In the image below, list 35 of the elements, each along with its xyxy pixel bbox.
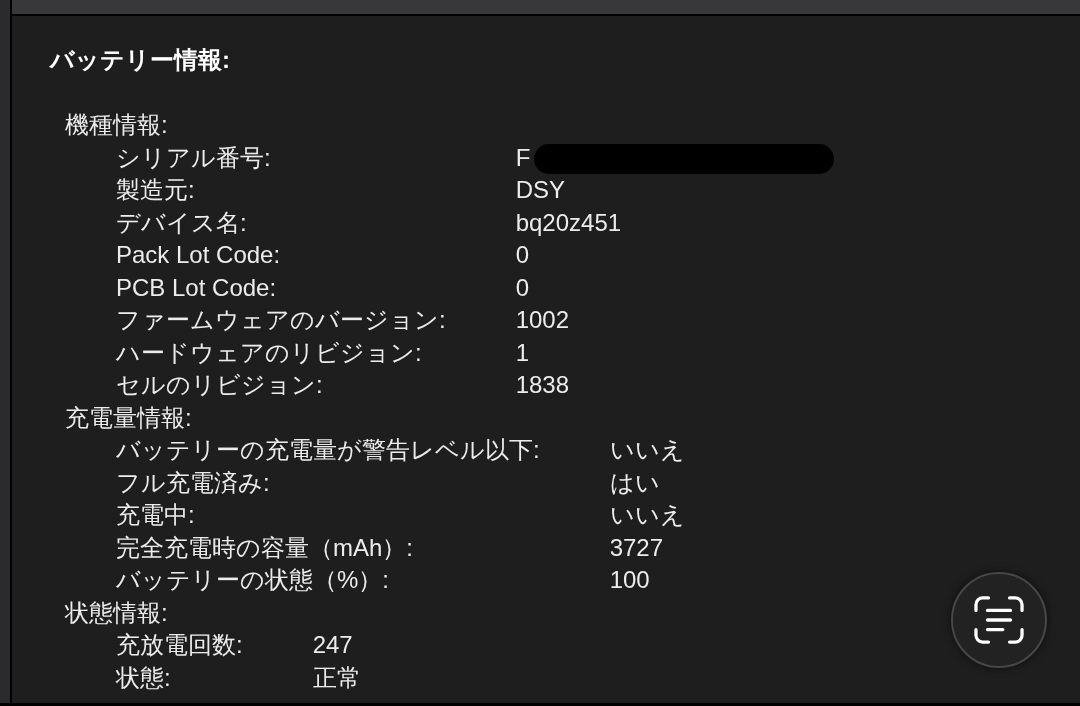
info-value: 1838 [515,370,570,400]
info-label: セルのリビジョン: [116,370,324,400]
info-value: 100 [609,565,650,595]
info-label: 状態: [116,662,172,693]
info-label: バッテリーの充電量が警告レベル以下: [116,435,540,465]
info-value: bq20z451 [515,207,622,238]
info-label: シリアル番号: [116,142,272,173]
info-value: いいえ [609,500,685,530]
section-heading: 機種情報: [65,110,168,140]
info-value: いいえ [609,435,685,465]
info-label: バッテリーの状態（%）: [116,565,390,595]
info-value: 0 [515,272,530,303]
info-label: 完全充電時の容量（mAh）: [116,532,414,563]
info-value: 1002 [515,305,570,335]
info-value: 0 [515,240,530,270]
info-label: PCB Lot Code: [116,272,278,303]
info-value: 3727 [609,532,664,563]
info-value: DSY [515,175,566,205]
info-label: Pack Lot Code: [116,240,282,270]
info-label: デバイス名: [116,207,248,238]
text-scan-icon [974,596,1024,644]
info-value: 247 [312,630,353,660]
info-label: フル充電済み: [116,467,271,498]
info-label: ハードウェアのリビジョン: [116,337,423,368]
section-heading: 充電量情報: [65,402,192,433]
info-value: 正常 [312,662,361,693]
info-value: はい [609,467,660,498]
info-label: 製造元: [116,175,196,205]
info-label: 充電中: [116,500,196,530]
info-label: 充放電回数: [116,630,243,660]
section-heading: 状態情報: [65,597,168,628]
page-title: バッテリー情報: [50,45,230,75]
info-label: ファームウェアのバージョン: [116,305,446,335]
info-value: 1 [515,337,530,368]
info-value: F [515,142,531,173]
